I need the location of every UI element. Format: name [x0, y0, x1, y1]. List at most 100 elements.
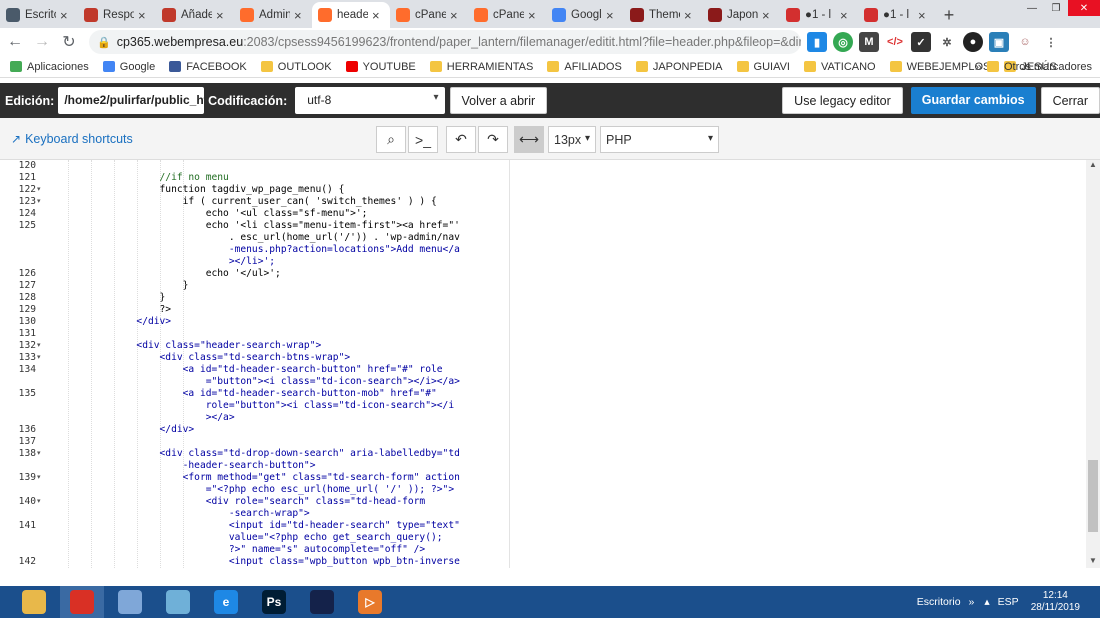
bookmark-item[interactable]: Google: [102, 61, 155, 73]
bookmark-item[interactable]: FACEBOOK: [169, 61, 247, 73]
checklist-extension-icon[interactable]: ✓: [911, 32, 931, 52]
close-tab-icon[interactable]: ×: [606, 8, 618, 23]
close-tab-icon[interactable]: ×: [840, 8, 852, 23]
fold-toggle-icon[interactable]: ▾: [37, 352, 41, 364]
bookmark-item[interactable]: GUIAVI: [736, 61, 790, 73]
fold-toggle-icon[interactable]: ▾: [37, 196, 41, 208]
close-tab-icon[interactable]: ×: [138, 8, 150, 23]
desktop-label[interactable]: Escritorio: [917, 596, 961, 608]
search-icon[interactable]: ⌕: [376, 126, 406, 153]
code-line[interactable]: <form method="get" class="td-search-form…: [44, 472, 460, 484]
browser-tab[interactable]: cPanel ×: [390, 2, 468, 28]
browser-tab[interactable]: Theme ×: [624, 2, 702, 28]
wrap-toggle-icon[interactable]: ⟷: [514, 126, 544, 153]
close-editor-button[interactable]: Cerrar: [1040, 87, 1100, 114]
close-tab-icon[interactable]: ×: [60, 8, 72, 23]
browser-tab[interactable]: Añade ×: [156, 2, 234, 28]
code-line[interactable]: ></a>: [44, 412, 235, 424]
terminal-icon[interactable]: >_: [408, 126, 438, 153]
tray-arrow-icon[interactable]: ▴: [984, 596, 989, 608]
code-line[interactable]: -search-wrap">: [44, 508, 310, 520]
code-line[interactable]: </div>: [44, 424, 195, 436]
code-line[interactable]: -header-search-button">: [44, 460, 316, 472]
code-line[interactable]: echo '<li class="menu-item-first"><a hre…: [44, 220, 460, 232]
browser-tab[interactable]: heade ×: [312, 2, 390, 28]
close-tab-icon[interactable]: ×: [294, 8, 306, 23]
code-line[interactable]: <div class="td-search-btns-wrap">: [44, 352, 351, 364]
code-line[interactable]: echo '</ul>';: [44, 268, 281, 280]
code-line[interactable]: -menus.php?action=locations">Add menu</a: [44, 244, 460, 256]
undo-icon[interactable]: ↶: [446, 126, 476, 153]
code-line[interactable]: <input id="td-header-search" type="text": [44, 520, 460, 532]
taskbar-app[interactable]: e: [204, 586, 248, 618]
language-mode-select[interactable]: PHP: [600, 126, 719, 153]
trash-extension-icon[interactable]: ▮: [807, 32, 827, 52]
taskbar-app[interactable]: [300, 586, 344, 618]
taskbar-app[interactable]: [156, 586, 200, 618]
bookmark-item[interactable]: Aplicaciones: [10, 61, 89, 73]
legacy-editor-button[interactable]: Use legacy editor: [782, 87, 903, 114]
browser-tab[interactable]: cPanel ×: [468, 2, 546, 28]
bookmarks-overflow-icon[interactable]: »: [975, 59, 982, 74]
reload-icon[interactable]: ↻: [57, 30, 81, 54]
close-tab-icon[interactable]: ×: [918, 8, 930, 23]
browser-tab[interactable]: Escrito ×: [0, 2, 78, 28]
code-line[interactable]: <input class="wpb_button wpb_btn-inverse: [44, 556, 460, 568]
taskbar-app[interactable]: [108, 586, 152, 618]
vertical-scrollbar[interactable]: ▲ ▼: [1086, 160, 1100, 568]
code-line[interactable]: ?>: [44, 304, 172, 316]
close-tab-icon[interactable]: ×: [528, 8, 540, 23]
code-line[interactable]: value="<?php echo get_search_query();: [44, 532, 443, 544]
bookmark-item[interactable]: VATICANO: [804, 61, 876, 73]
browser-tab[interactable]: Respo ×: [78, 2, 156, 28]
close-tab-icon[interactable]: ×: [450, 8, 462, 23]
bookmark-item[interactable]: AFILIADOS: [547, 61, 622, 73]
code-line[interactable]: if ( current_user_can( 'switch_themes' )…: [44, 196, 437, 208]
keyboard-shortcuts-link[interactable]: ↗ Keyboard shortcuts: [11, 132, 133, 146]
taskbar-app[interactable]: Ps: [252, 586, 296, 618]
url-input[interactable]: 🔒 cp365.webempresa.eu:2083/cpsess9456199…: [89, 30, 801, 54]
menu-kebab-icon[interactable]: ⋮: [1041, 32, 1061, 52]
close-tab-icon[interactable]: ×: [762, 8, 774, 23]
code-line[interactable]: }: [44, 280, 189, 292]
encoding-select[interactable]: utf-8: [295, 87, 445, 114]
code-line[interactable]: <div class="td-drop-down-search" aria-la…: [44, 448, 460, 460]
taskbar-app[interactable]: [12, 586, 56, 618]
other-bookmarks[interactable]: Otros marcadores: [986, 61, 1092, 73]
minimize-icon[interactable]: —: [1020, 0, 1044, 16]
browser-tab[interactable]: Googl ×: [546, 2, 624, 28]
grammarly-extension-icon[interactable]: ◎: [833, 32, 853, 52]
code-line[interactable]: <a id="td-header-search-button" href="#"…: [44, 364, 443, 376]
bookmark-item[interactable]: OUTLOOK: [260, 61, 332, 73]
close-tab-icon[interactable]: ×: [372, 8, 384, 23]
fold-toggle-icon[interactable]: ▾: [37, 340, 41, 352]
scroll-down-icon[interactable]: ▼: [1086, 556, 1100, 568]
close-window-icon[interactable]: ✕: [1068, 0, 1100, 16]
font-size-select[interactable]: 13px: [548, 126, 596, 153]
browser-tab[interactable]: ●1 - l ×: [780, 2, 858, 28]
redo-icon[interactable]: ↷: [478, 126, 508, 153]
browser-tab[interactable]: ●1 - l ×: [858, 2, 936, 28]
close-tab-icon[interactable]: ×: [216, 8, 228, 23]
code-extension-icon[interactable]: </>: [885, 32, 905, 52]
language-indicator[interactable]: ESP: [998, 596, 1019, 608]
code-line[interactable]: ></li>';: [44, 256, 275, 268]
code-line[interactable]: </div>: [44, 316, 171, 328]
code-line[interactable]: role="button"><i class="td-icon-search">…: [44, 400, 454, 412]
dark-extension-icon[interactable]: ●: [963, 32, 983, 52]
chevron-up-icon[interactable]: »: [969, 596, 975, 608]
mail-extension-icon[interactable]: M: [859, 32, 879, 52]
code-line[interactable]: ="<?php echo esc_url(home_url( '/' )); ?…: [44, 484, 454, 496]
code-editor[interactable]: 120 121 122 ▾ 123 ▾ 124 125 126 127 128 129 130 131 13…: [0, 160, 1100, 568]
code-line[interactable]: ?>" name="s" autocomplete="off" />: [44, 544, 425, 556]
screen-extension-icon[interactable]: ▣: [989, 32, 1009, 52]
scroll-up-icon[interactable]: ▲: [1086, 160, 1100, 172]
fold-toggle-icon[interactable]: ▾: [37, 496, 41, 508]
bookmark-item[interactable]: JAPONPEDIA: [635, 61, 723, 73]
code-line[interactable]: function tagdiv_wp_page_menu() {: [44, 184, 345, 196]
bookmark-item[interactable]: HERRAMIENTAS: [429, 61, 533, 73]
code-line[interactable]: }: [44, 292, 166, 304]
clock[interactable]: 12:14 28/11/2019: [1031, 590, 1080, 614]
profile-avatar-icon[interactable]: ☺: [1015, 32, 1035, 52]
browser-tab[interactable]: Japon ×: [702, 2, 780, 28]
